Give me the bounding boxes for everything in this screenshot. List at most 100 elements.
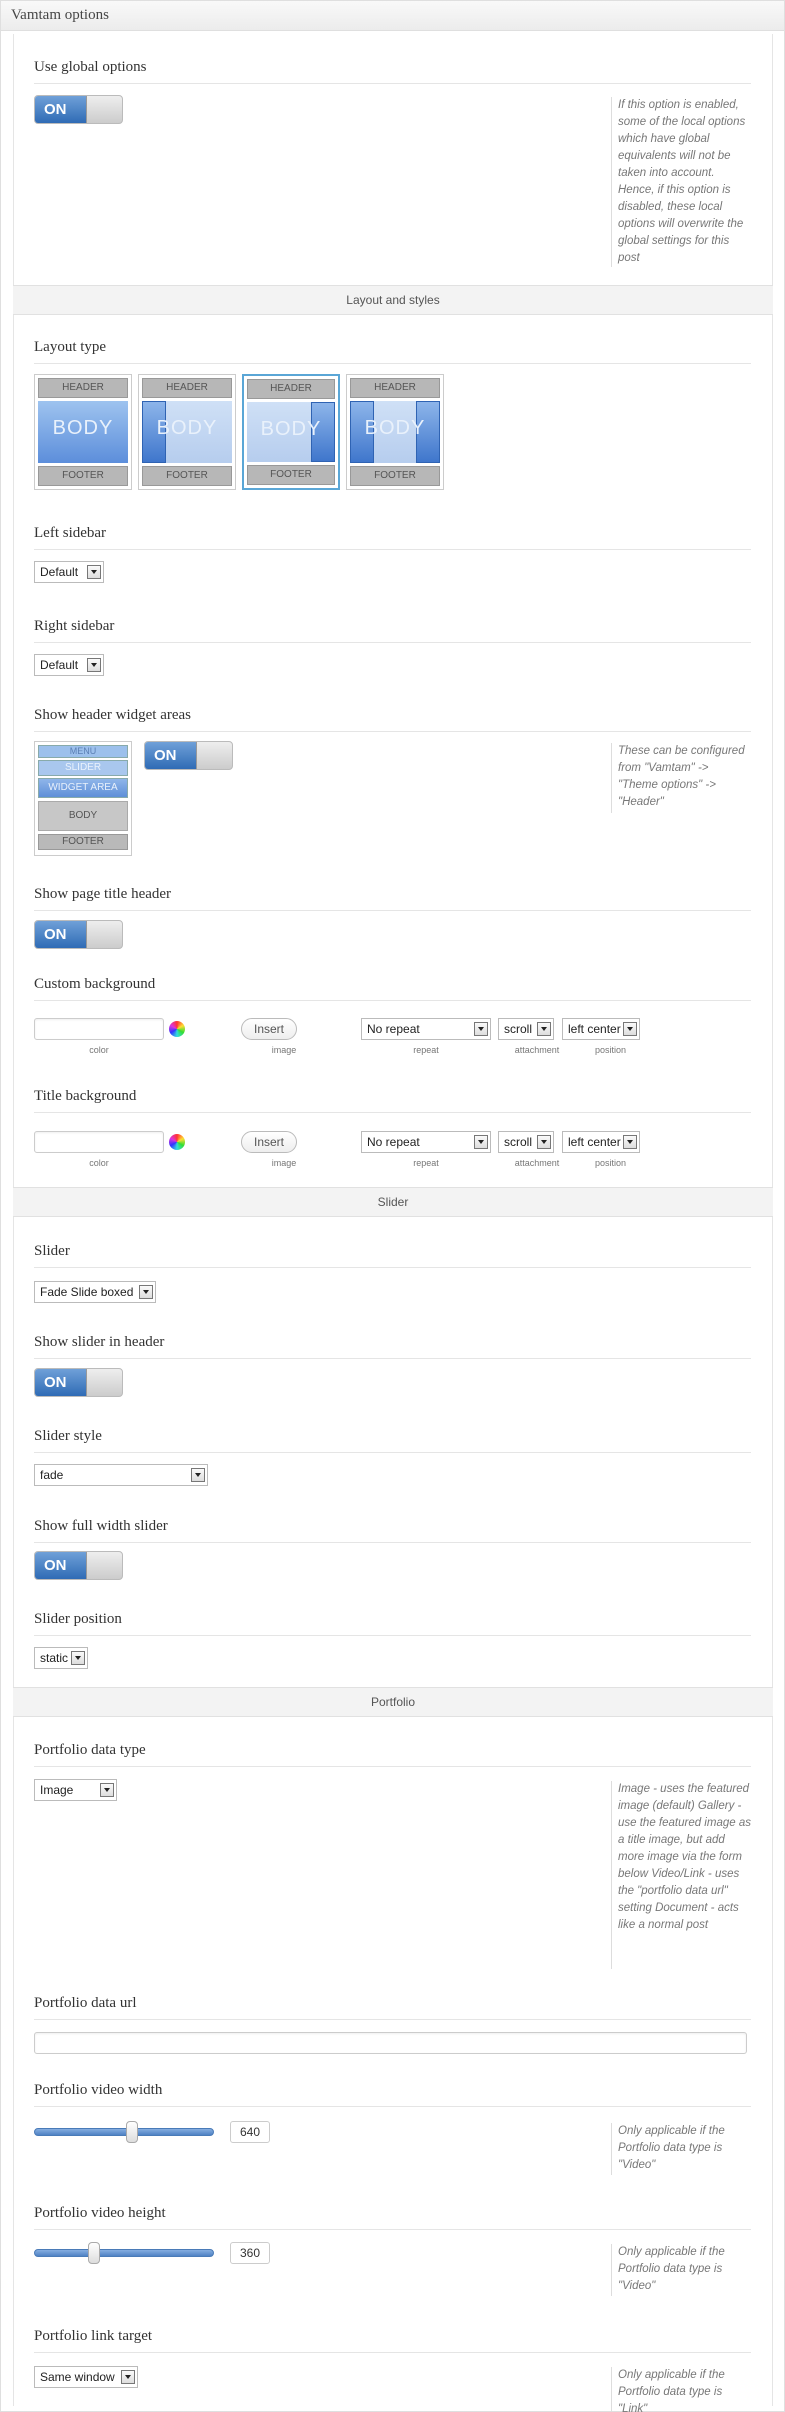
layout-body-label: BODY (156, 417, 218, 439)
title-background-attachment-select[interactable]: scroll (498, 1131, 554, 1153)
portfolio-data-url-input[interactable] (34, 2032, 747, 2054)
video-width-description: Only applicable if the Portfolio data ty… (611, 2123, 751, 2175)
position-value: left center (568, 1022, 621, 1036)
slider-style-select[interactable]: fade (34, 1464, 208, 1486)
page-title-header-toggle[interactable]: ON (34, 920, 123, 949)
portfolio-video-height-title: Portfolio video height (34, 2205, 751, 2230)
title-background-insert-button[interactable]: Insert (241, 1131, 297, 1153)
header-widgets-title: Show header widget areas (34, 707, 751, 732)
position-label: position (595, 1158, 627, 1168)
chevron-down-icon (623, 1022, 637, 1036)
portfolio-data-url-title: Portfolio data url (34, 1995, 751, 2020)
color-label: color (89, 1045, 109, 1055)
layout-body-label: BODY (260, 418, 322, 440)
video-height-description: Only applicable if the Portfolio data ty… (611, 2244, 751, 2296)
layout-footer-block: FOOTER (142, 466, 232, 486)
custom-background-repeat-select[interactable]: No repeat (361, 1018, 491, 1040)
layout-type-title: Layout type (34, 339, 751, 364)
layout-body-label: BODY (364, 417, 426, 439)
repeat-value: No repeat (367, 1022, 420, 1036)
header-widgets-toggle[interactable]: ON (144, 741, 233, 770)
video-width-input[interactable]: 640 (230, 2121, 270, 2143)
image-label: image (271, 1158, 297, 1168)
layout-option-left-sidebar[interactable]: HEADER BODY FOOTER (138, 374, 236, 490)
metabox-header[interactable]: Vamtam options (1, 1, 784, 31)
chevron-down-icon (537, 1135, 551, 1149)
layout-footer-block: FOOTER (350, 466, 440, 486)
full-width-slider-title: Show full width slider (34, 1518, 751, 1543)
custom-background-title: Custom background (34, 976, 751, 1001)
left-sidebar-select[interactable]: Default (34, 561, 104, 583)
slider-in-header-toggle[interactable]: ON (34, 1368, 123, 1397)
custom-background-position-select[interactable]: left center (562, 1018, 640, 1040)
video-height-slider[interactable] (34, 2249, 214, 2257)
header-widgets-thumbnail: MENU SLIDER WIDGET AREA BODY FOOTER (34, 741, 132, 856)
global-options-toggle[interactable]: ON (34, 95, 123, 124)
page-title-header-title: Show page title header (34, 886, 751, 911)
link-target-description: Only applicable if the Portfolio data ty… (611, 2367, 751, 2412)
attachment-value: scroll (504, 1135, 533, 1149)
portfolio-data-type-value: Image (40, 1783, 74, 1797)
global-options-description: If this option is enabled, some of the l… (611, 97, 751, 267)
title-background-title: Title background (34, 1088, 751, 1113)
position-value: left center (568, 1135, 621, 1149)
slider-position-select[interactable]: static (34, 1647, 88, 1669)
thumb-body-row: BODY (38, 801, 128, 831)
section-portfolio: Portfolio (13, 1687, 773, 1717)
layout-footer-block: FOOTER (247, 465, 335, 485)
toggle-on-label: ON (35, 1369, 87, 1396)
right-sidebar-value: Default (40, 658, 79, 672)
layout-body-label: BODY (52, 417, 114, 439)
vamtam-options-metabox: Vamtam options Use global options ON If … (0, 0, 785, 2412)
layout-footer-block: FOOTER (38, 466, 128, 486)
toggle-on-label: ON (35, 1552, 87, 1579)
slider-in-header-title: Show slider in header (34, 1334, 751, 1359)
metabox-title: Vamtam options (11, 7, 109, 23)
portfolio-link-target-select[interactable]: Same window (34, 2366, 138, 2388)
color-picker-icon[interactable] (169, 1134, 185, 1150)
video-width-slider-handle[interactable] (126, 2121, 139, 2143)
portfolio-link-target-title: Portfolio link target (34, 2328, 751, 2353)
video-height-slider-handle[interactable] (87, 2242, 100, 2264)
left-sidebar-value: Default (40, 565, 79, 579)
chevron-down-icon (474, 1135, 488, 1149)
chevron-down-icon (191, 1468, 205, 1482)
right-sidebar-select[interactable]: Default (34, 654, 104, 676)
layout-header-block: HEADER (142, 378, 232, 398)
title-background-repeat-select[interactable]: No repeat (361, 1131, 491, 1153)
video-height-input[interactable]: 360 (230, 2242, 270, 2264)
chevron-down-icon (623, 1135, 637, 1149)
thumb-footer-row: FOOTER (38, 834, 128, 850)
layout-body-block: BODY (350, 401, 440, 463)
toggle-on-label: ON (145, 742, 197, 769)
section-slider: Slider (13, 1187, 773, 1217)
chevron-down-icon (71, 1651, 85, 1665)
slider-select[interactable]: Fade Slide boxed (34, 1281, 156, 1303)
repeat-label: repeat (413, 1158, 439, 1168)
layout-body-block: BODY (247, 402, 335, 462)
custom-background-attachment-select[interactable]: scroll (498, 1018, 554, 1040)
portfolio-data-type-select[interactable]: Image (34, 1779, 117, 1801)
full-width-slider-toggle[interactable]: ON (34, 1551, 123, 1580)
layout-option-right-sidebar[interactable]: HEADER BODY FOOTER (242, 374, 340, 490)
portfolio-video-width-title: Portfolio video width (34, 2082, 751, 2107)
slider-position-title: Slider position (34, 1611, 751, 1636)
left-sidebar-title: Left sidebar (34, 525, 751, 550)
attachment-value: scroll (504, 1022, 533, 1036)
video-width-slider[interactable] (34, 2128, 214, 2136)
title-background-position-select[interactable]: left center (562, 1131, 640, 1153)
custom-background-insert-button[interactable]: Insert (241, 1018, 297, 1040)
chevron-down-icon (87, 658, 101, 672)
custom-background-color-input[interactable] (34, 1018, 164, 1040)
color-picker-icon[interactable] (169, 1021, 185, 1037)
layout-option-full[interactable]: HEADER BODY FOOTER (34, 374, 132, 490)
chevron-down-icon (100, 1783, 114, 1797)
layout-body-block: BODY (142, 401, 232, 463)
title-background-color-input[interactable] (34, 1131, 164, 1153)
right-sidebar-title: Right sidebar (34, 618, 751, 643)
slider-title: Slider (34, 1243, 751, 1268)
layout-option-two-sidebars[interactable]: HEADER BODY FOOTER (346, 374, 444, 490)
toggle-on-label: ON (35, 921, 87, 948)
repeat-label: repeat (413, 1045, 439, 1055)
toggle-on-label: ON (35, 96, 87, 123)
